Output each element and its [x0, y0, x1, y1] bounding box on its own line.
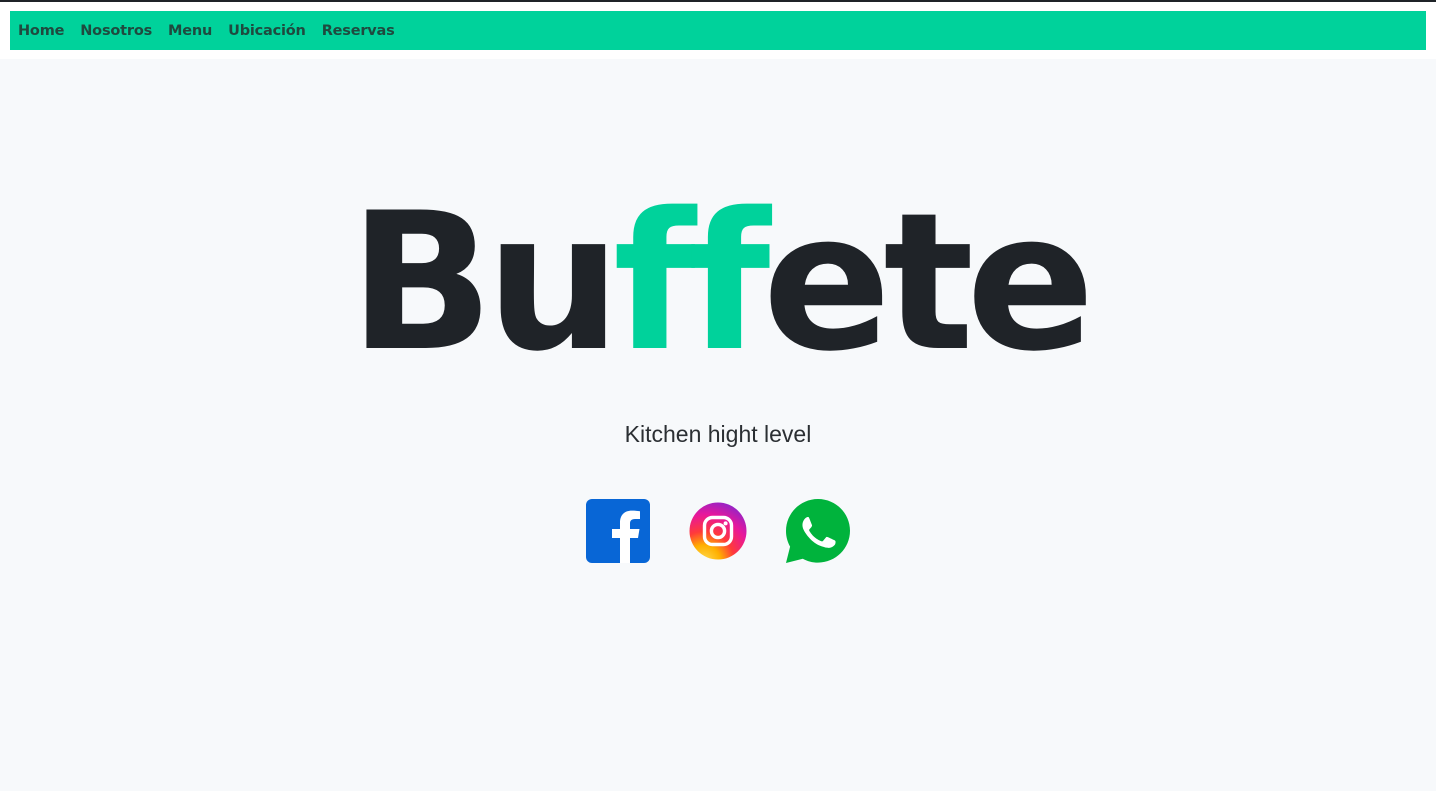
instagram-link[interactable]: [685, 498, 751, 564]
hero-title: Buffete: [0, 178, 1436, 388]
instagram-icon: [685, 498, 751, 564]
nav-link-nosotros[interactable]: Nosotros: [80, 23, 152, 39]
navbar: Home Nosotros Menu Ubicación Reservas: [10, 11, 1426, 50]
facebook-icon: [585, 498, 651, 564]
header: Home Nosotros Menu Ubicación Reservas: [0, 2, 1436, 59]
nav-link-menu[interactable]: Menu: [168, 23, 212, 39]
hero-title-part1: Bu: [349, 172, 621, 393]
nav-link-home[interactable]: Home: [18, 23, 64, 39]
hero-title-part2: ete: [762, 172, 1095, 393]
hero-subtitle: Kitchen hight level: [624, 421, 812, 447]
hero-title-accent: ff: [613, 172, 770, 393]
whatsapp-link[interactable]: [785, 498, 851, 564]
nav-link-reservas[interactable]: Reservas: [322, 23, 395, 39]
facebook-link[interactable]: [585, 498, 651, 564]
whatsapp-icon: [785, 498, 851, 564]
nav-link-ubicacion[interactable]: Ubicación: [228, 23, 306, 39]
